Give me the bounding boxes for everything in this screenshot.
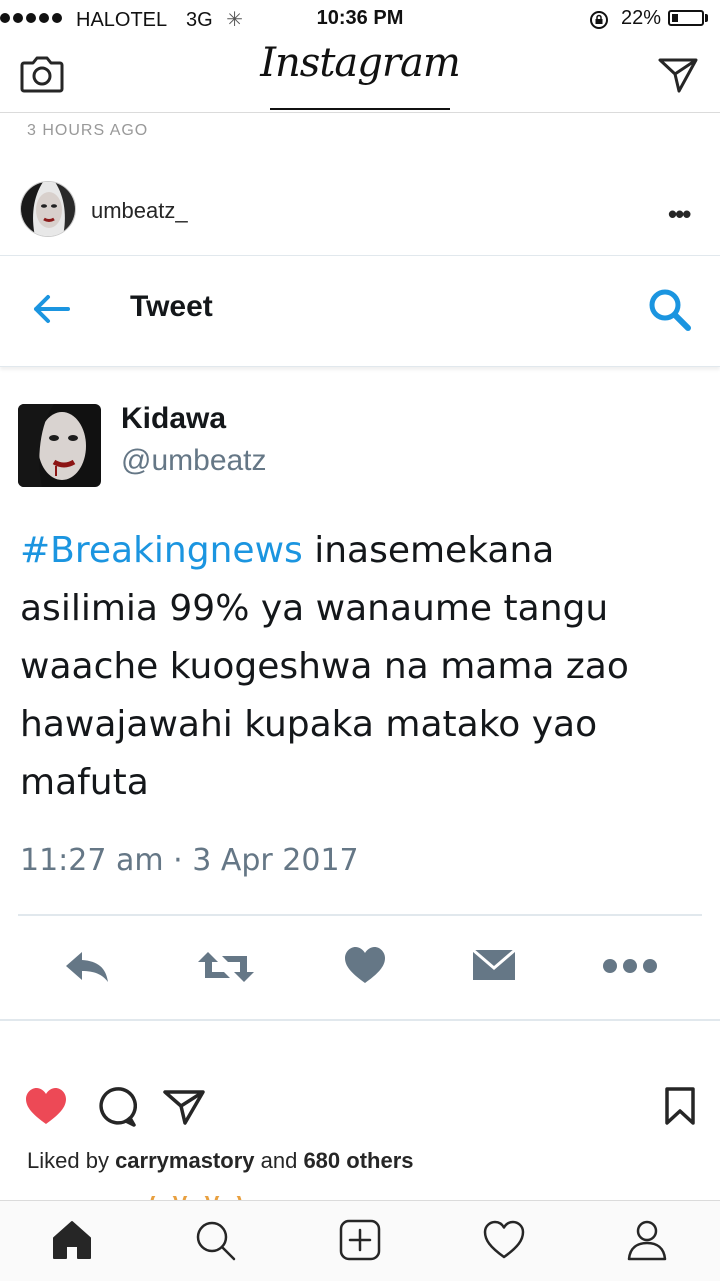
direct-message-icon[interactable] [657, 56, 699, 94]
share-icon[interactable] [162, 1088, 206, 1126]
tweet-avatar [18, 404, 101, 487]
liked-by-count[interactable]: 680 others [303, 1148, 413, 1173]
like-icon [345, 947, 385, 983]
tweet-hashtag: #Breakingnews [20, 530, 303, 571]
message-icon [472, 948, 516, 980]
tweet-author-name: Kidawa [121, 402, 227, 435]
more-options-icon[interactable]: ••• [668, 199, 691, 230]
back-arrow-icon [34, 295, 70, 323]
bookmark-icon[interactable] [664, 1086, 696, 1126]
tweet-text: #Breakingnews inasemekana asilimia 99% y… [20, 522, 680, 812]
logo-underline [270, 108, 450, 110]
orientation-lock-icon [590, 11, 608, 29]
more-icon [603, 959, 657, 973]
reply-icon [66, 952, 108, 982]
tweet-header-bar [0, 255, 720, 367]
status-time: 10:36 PM [316, 7, 404, 29]
tweet-timestamp: 11:27 am · 3 Apr 2017 [20, 843, 359, 878]
search-icon [649, 289, 691, 331]
profile-icon[interactable] [625, 1218, 669, 1262]
tweet-bottom-divider [0, 1019, 720, 1021]
liked-by-middle: and [254, 1148, 304, 1173]
search-tab-icon[interactable] [193, 1218, 237, 1262]
status-bar: HALOTEL 3G ✳ 10:36 PM 22% [0, 0, 720, 38]
liked-by-text: Liked by carrymastory and 680 others [27, 1148, 414, 1174]
like-heart-icon[interactable] [24, 1086, 68, 1126]
battery-icon [668, 10, 704, 26]
liked-by-user[interactable]: carrymastory [115, 1148, 254, 1173]
instagram-logo: Instagram [260, 40, 461, 86]
battery-tip [705, 14, 708, 22]
post-username[interactable]: umbeatz_ [91, 198, 188, 224]
add-post-icon[interactable] [338, 1218, 382, 1262]
home-icon[interactable] [50, 1218, 94, 1262]
post-time-ago: 3 HOURS AGO [27, 122, 149, 139]
comment-icon[interactable] [95, 1086, 137, 1128]
tweet-screen-title: Tweet [130, 290, 213, 323]
tweet-divider [18, 914, 702, 916]
avatar[interactable] [20, 181, 76, 237]
retweet-icon [198, 952, 254, 982]
tweet-author-handle: @umbeatz [121, 444, 267, 477]
liked-by-prefix: Liked by [27, 1148, 116, 1173]
activity-heart-icon[interactable] [482, 1218, 526, 1262]
battery-percentage: 22% [621, 7, 662, 29]
